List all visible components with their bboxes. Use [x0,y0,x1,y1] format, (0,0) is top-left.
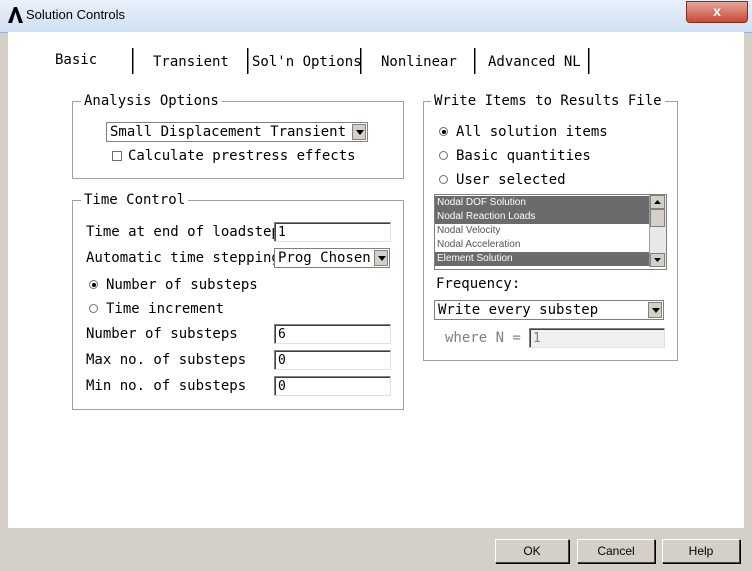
analysis-options-title: Analysis Options [81,93,222,109]
radio-time-increment[interactable] [89,304,98,313]
max-substeps-input[interactable]: 0 [274,350,391,370]
tab-advanced-nl[interactable]: Advanced NL [488,54,581,80]
auto-step-select[interactable]: Prog Chosen [274,248,390,268]
time-end-input[interactable]: 1 [274,222,391,242]
list-item[interactable]: Element Solution [435,252,649,266]
auto-step-label: Automatic time stepping [86,250,280,266]
frequency-label: Frequency: [436,276,521,292]
min-substeps-input[interactable]: 0 [274,376,391,396]
tab-transient-label: Transient [153,54,229,70]
window-title: Solution Controls [26,7,125,22]
scroll-up-button[interactable] [650,195,665,209]
radio-all-solution-items[interactable] [439,127,448,136]
cancel-button[interactable]: Cancel [577,539,655,563]
where-n-label: where N = [445,330,521,346]
tab-advanced-nl-label: Advanced NL [488,54,581,70]
max-substeps-label: Max no. of substeps [86,352,247,368]
scroll-down-button[interactable] [650,253,665,267]
help-button[interactable]: Help [662,539,740,563]
tab-basic-label: Basic [55,52,98,68]
tab-soln-options[interactable]: Sol'n Options [252,54,362,80]
scroll-thumb[interactable] [650,209,665,227]
tab-divider [588,48,590,74]
tab-nonlinear-label: Nonlinear [381,54,457,70]
num-substeps-input[interactable]: 6 [274,324,391,344]
min-substeps-label: Min no. of substeps [86,378,247,394]
chevron-down-icon [654,258,661,262]
radio-user-selected-label: User selected [456,172,566,188]
analysis-type-select[interactable]: Small Displacement Transient [106,122,368,142]
prestress-checkbox[interactable] [112,151,122,161]
radio-basic-quantities-label: Basic quantities [456,148,591,164]
radio-basic-quantities[interactable] [439,151,448,160]
list-item[interactable]: Nodal Velocity [435,224,649,238]
list-item[interactable]: Nodal Reaction Loads [435,210,649,224]
chevron-down-icon[interactable] [374,250,388,266]
frequency-select[interactable]: Write every substep [434,300,664,320]
radio-all-solution-items-label: All solution items [456,124,608,140]
chevron-down-icon[interactable] [352,124,366,140]
close-icon: x [713,3,721,19]
time-end-label: Time at end of loadstep [86,224,280,240]
tab-nonlinear[interactable]: Nonlinear [381,54,457,80]
tab-transient[interactable]: Transient [153,54,229,80]
analysis-type-value: Small Displacement Transient [110,124,347,140]
tab-divider [247,48,249,74]
where-n-input[interactable]: 1 [529,328,665,348]
write-items-title: Write Items to Results File [431,93,665,109]
time-control-title: Time Control [81,192,189,208]
num-substeps-label: Number of substeps [86,326,238,342]
list-item[interactable]: Nodal Acceleration [435,238,649,252]
chevron-up-icon [654,200,661,204]
radio-number-substeps[interactable] [89,280,98,289]
tab-divider [132,48,134,74]
auto-step-value: Prog Chosen [278,250,371,266]
list-scrollbar[interactable] [649,195,666,267]
results-items-list[interactable]: Nodal DOF Solution Nodal Reaction Loads … [434,194,667,270]
tab-divider [360,48,362,74]
tab-divider [474,48,476,74]
radio-user-selected[interactable] [439,175,448,184]
frequency-value: Write every substep [438,302,599,318]
radio-number-substeps-label: Number of substeps [106,277,258,293]
radio-time-increment-label: Time increment [106,301,225,317]
tab-soln-options-label: Sol'n Options [252,54,362,70]
list-item[interactable]: Nodal DOF Solution [435,196,649,210]
close-button[interactable]: x [686,1,748,23]
title-bar: Solution Controls [0,0,752,33]
ok-button[interactable]: OK [495,539,569,563]
chevron-down-icon[interactable] [648,302,662,318]
prestress-label: Calculate prestress effects [128,148,356,164]
ansys-logo-icon [6,6,24,24]
tab-basic[interactable]: Basic [55,52,97,78]
